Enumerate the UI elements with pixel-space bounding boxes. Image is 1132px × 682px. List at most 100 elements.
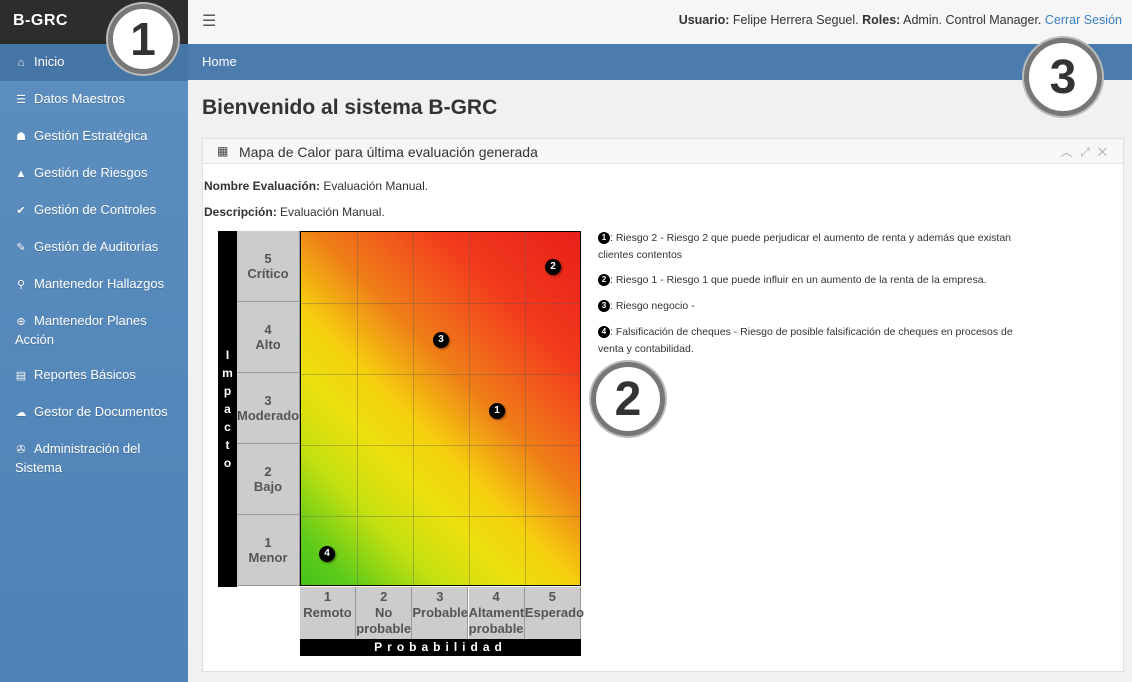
page-title: Bienvenido al sistema B-GRC: [202, 96, 498, 119]
breadcrumb-home[interactable]: Home: [202, 54, 237, 69]
sidebar-item-gestion-riesgos[interactable]: ▲ Gestión de Riesgos: [0, 155, 188, 192]
probability-level-number: 3: [436, 589, 444, 604]
legend-item: 2: Riesgo 1 - Riesgo 1 que puede influir…: [598, 272, 1038, 289]
probability-level-name: No probable: [356, 605, 412, 636]
impact-axis-letter: a: [224, 402, 231, 416]
sidebar-item-label: Gestión de Controles: [34, 202, 157, 217]
sidebar-item-gestion-controles[interactable]: ✔ Gestión de Controles: [0, 192, 188, 229]
grid-line-vertical: [469, 232, 470, 585]
impact-level-number: 1: [264, 535, 272, 550]
probability-level-number: 5: [548, 589, 556, 604]
impact-axis-letter: I: [225, 348, 230, 362]
sidebar-item-label: Gestor de Documentos: [34, 404, 168, 419]
probability-level-number: 1: [323, 589, 332, 604]
user-name: Felipe Herrera Seguel.: [732, 13, 859, 27]
grid-line-vertical: [413, 232, 414, 585]
grid-line-vertical: [525, 232, 526, 585]
topbar: ☰ Usuario: Felipe Herrera Seguel. Roles:…: [188, 0, 1132, 45]
sidebar-item-mantenedor-planes[interactable]: ⊕ Mantenedor Planes Acción: [0, 303, 188, 357]
user-label: Usuario:: [678, 13, 730, 27]
impact-level-number: 4: [264, 322, 272, 337]
impact-level-name: Bajo: [253, 479, 283, 494]
table-icon: ▦: [217, 144, 229, 158]
legend-text: : Riesgo 1 - Riesgo 1 que puede influir …: [610, 274, 987, 286]
probability-axis-label: Probabilidad: [300, 639, 581, 656]
expand-icon[interactable]: ⤢: [1080, 145, 1098, 159]
risk-marker[interactable]: 2: [545, 259, 561, 275]
legend-text: : Falsificación de cheques - Riesgo de p…: [598, 326, 1013, 355]
impact-axis-letter: m: [222, 366, 233, 380]
probability-level-name: Altamente probable: [468, 605, 532, 636]
risk-marker[interactable]: 1: [489, 403, 505, 419]
legend-item: 1: Riesgo 2 - Riesgo 2 que puede perjudi…: [598, 230, 1038, 264]
sidebar-item-reportes-basicos[interactable]: ▤ Reportes Básicos: [0, 357, 188, 394]
logout-link[interactable]: Cerrar Sesión: [1045, 13, 1122, 27]
legend-item: 3: Riesgo negocio -: [598, 298, 1038, 315]
probability-level-name: Probable: [412, 605, 469, 620]
warning-icon: ▲: [15, 168, 27, 180]
edit-icon: ✎: [16, 242, 26, 254]
roles-value: Admin. Control Manager.: [903, 13, 1042, 27]
close-icon[interactable]: ✕: [1098, 145, 1115, 159]
probability-level-number: 2: [380, 589, 388, 604]
legend-badge: 2: [598, 274, 610, 286]
grid-line-horizontal: [301, 516, 580, 517]
sitemap-icon: ☗: [16, 131, 26, 143]
risk-marker[interactable]: 4: [319, 546, 335, 562]
grid-line-horizontal: [301, 374, 580, 375]
grid-line-horizontal: [301, 303, 580, 304]
bar-chart-icon: ▤: [15, 370, 27, 382]
probability-level-label: 4 Altamente probable: [468, 587, 532, 639]
cloud-icon: ☁: [15, 407, 27, 419]
search-icon: ⚲: [16, 279, 26, 291]
sidebar-item-gestion-auditorias[interactable]: ✎ Gestión de Auditorías: [0, 229, 188, 266]
sidebar-menu: ⌂ Inicio ☰ Datos Maestros ☗ Gestión Estraté…: [0, 44, 188, 485]
panel-header: ▦ Mapa de Calor para última evaluación g…: [203, 139, 1123, 164]
probability-level-label: 3 Probable: [412, 587, 469, 639]
impact-axis-letter: t: [225, 438, 230, 452]
panel-title: Mapa de Calor para última evaluación gen…: [239, 144, 538, 160]
evaluation-description: Descripción: Evaluación Manual.: [204, 205, 385, 219]
probability-level-label: 5 Esperado: [524, 587, 585, 639]
breadcrumb: Home: [188, 44, 1132, 80]
sidebar-item-gestion-estrategica[interactable]: ☗ Gestión Estratégica: [0, 118, 188, 155]
callout-three: 3: [1024, 38, 1102, 116]
probability-level-label: 1 Remoto: [300, 587, 356, 639]
hamburger-icon[interactable]: ☰: [202, 11, 216, 31]
roles-label: Roles:: [862, 13, 901, 27]
probability-level-name: Esperado: [524, 605, 585, 620]
impact-level-number: 3: [264, 393, 272, 408]
sidebar-item-label: Administración del Sistema: [15, 441, 141, 475]
sidebar-item-datos-maestros[interactable]: ☰ Datos Maestros: [0, 81, 188, 118]
risk-marker[interactable]: 3: [433, 332, 449, 348]
chevron-up-icon[interactable]: ︿: [1060, 145, 1080, 159]
user-info: Usuario: Felipe Herrera Seguel. Roles: A…: [679, 13, 1122, 27]
sidebar-item-label: Inicio: [34, 54, 65, 69]
sidebar: B-GRC ⌂ Inicio ☰ Datos Maestros ☗ Gestión E…: [0, 0, 188, 682]
sidebar-item-label: Datos Maestros: [34, 91, 126, 106]
probability-level-number: 4: [492, 589, 500, 604]
sidebar-item-administracion[interactable]: ✇ Administración del Sistema: [0, 431, 188, 485]
sidebar-item-label: Gestión Estratégica: [34, 128, 148, 143]
brand-logo[interactable]: B-GRC: [13, 12, 68, 30]
legend-badge: 3: [598, 300, 610, 312]
sidebar-item-mantenedor-hallazgos[interactable]: ⚲ Mantenedor Hallazgos: [0, 266, 188, 303]
impact-level-label: 2 Bajo: [237, 444, 300, 515]
legend-badge: 4: [598, 326, 610, 338]
impact-axis-letter: c: [224, 420, 231, 434]
heatmap-grid: 1 2 3 4: [300, 231, 581, 586]
legend-text: : Riesgo 2 - Riesgo 2 que puede perjudic…: [598, 232, 1011, 261]
sidebar-item-label: Mantenedor Hallazgos: [34, 276, 165, 291]
probability-level-name: Remoto: [303, 605, 352, 620]
sidebar-item-label: Gestión de Auditorías: [34, 239, 159, 254]
desc-value: Evaluación Manual.: [280, 205, 385, 219]
legend-item: 4: Falsificación de cheques - Riesgo de …: [598, 324, 1038, 358]
probability-level-label: 2 No probable: [356, 587, 413, 639]
sidebar-item-gestor-documentos[interactable]: ☁ Gestor de Documentos: [0, 394, 188, 431]
impact-axis-letter: o: [223, 456, 232, 470]
impact-level-name: Moderado: [237, 408, 300, 423]
evaluation-name: Nombre Evaluación: Evaluación Manual.: [204, 179, 428, 193]
impact-level-label: 3 Moderado: [237, 373, 300, 444]
impact-axis-label: Impacto: [218, 231, 237, 587]
impact-level-name: Crítico: [247, 266, 289, 281]
